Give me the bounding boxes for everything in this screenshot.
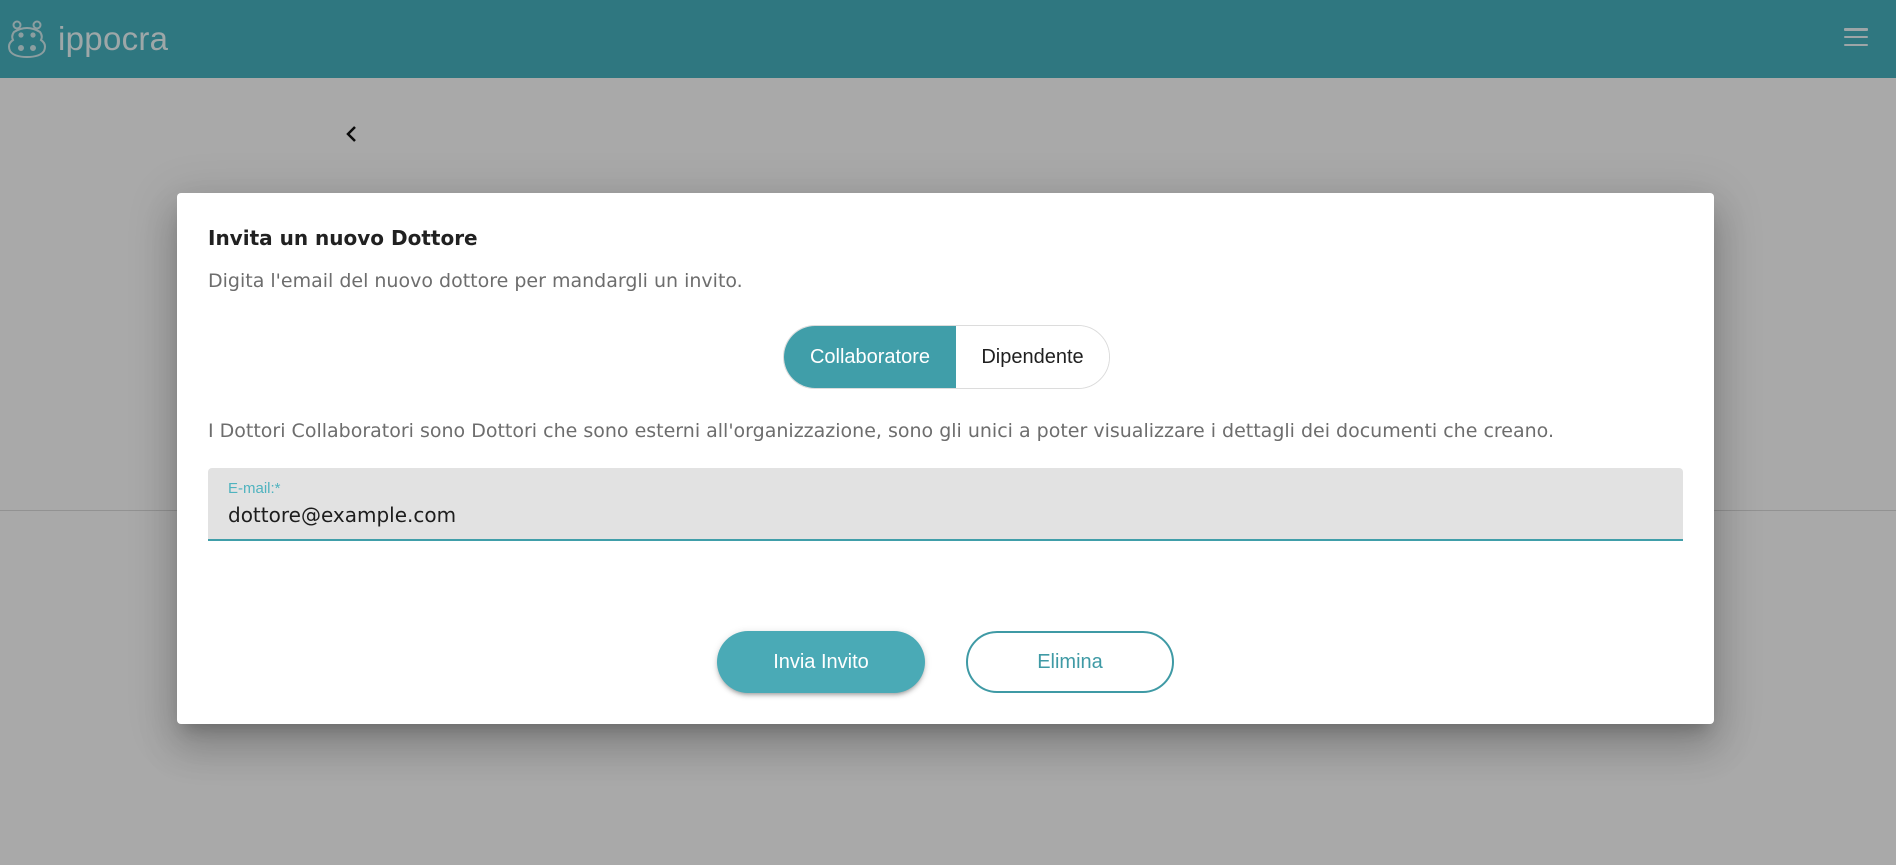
email-input[interactable] (228, 501, 1648, 529)
email-field[interactable]: E-mail:* (208, 468, 1683, 541)
app-root: ippocra Invita un nuovo Dottore Digita l… (0, 0, 1896, 865)
send-invite-button[interactable]: Invia Invito (717, 631, 925, 693)
toggle-dipendente[interactable]: Dipendente (956, 326, 1109, 388)
doctor-type-description: I Dottori Collaboratori sono Dottori che… (208, 420, 1554, 442)
email-field-label: E-mail:* (228, 480, 281, 497)
delete-button[interactable]: Elimina (966, 631, 1174, 693)
toggle-collaboratore[interactable]: Collaboratore (784, 326, 956, 388)
invite-doctor-dialog: Invita un nuovo Dottore Digita l'email d… (177, 193, 1714, 724)
dialog-subtitle: Digita l'email del nuovo dottore per man… (208, 270, 743, 292)
doctor-type-toggle: Collaboratore Dipendente (783, 325, 1110, 389)
dialog-title: Invita un nuovo Dottore (208, 226, 478, 250)
